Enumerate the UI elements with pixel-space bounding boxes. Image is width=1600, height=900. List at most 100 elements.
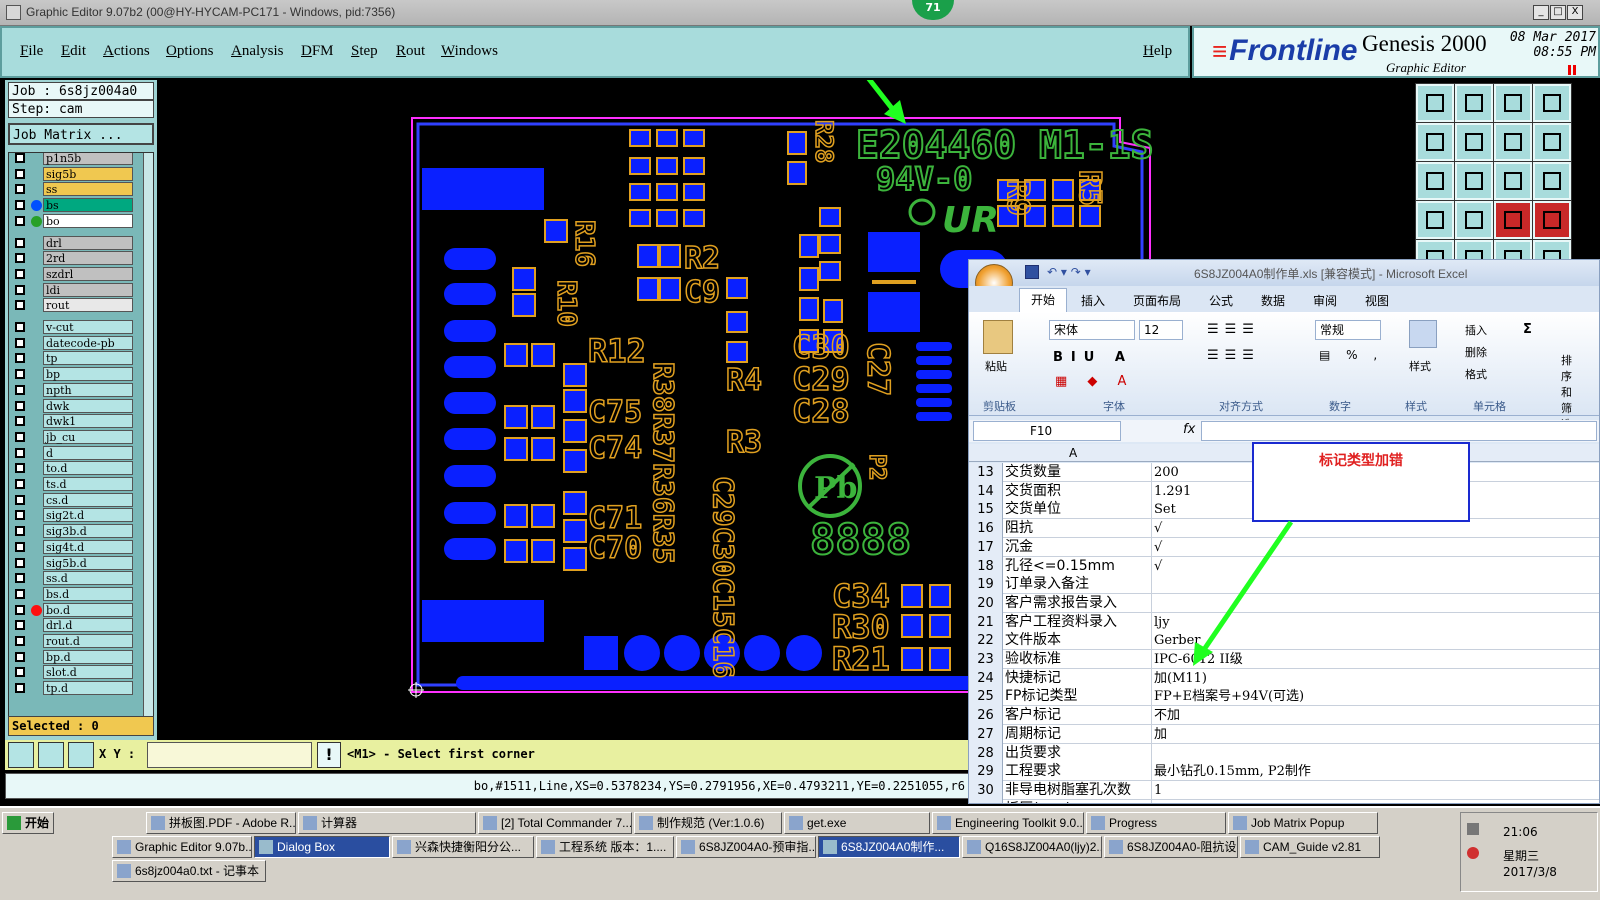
- layer-row[interactable]: bo.d: [11, 602, 141, 617]
- layer-checkbox[interactable]: [15, 168, 25, 179]
- minimize-button[interactable]: _: [1533, 5, 1549, 20]
- layer-name[interactable]: ss: [43, 182, 133, 197]
- layer-checkbox[interactable]: [15, 479, 25, 489]
- view-tool-icon[interactable]: [1493, 122, 1533, 162]
- taskbar-button[interactable]: 工程系统 版本：1....: [536, 836, 674, 858]
- layer-checkbox[interactable]: [15, 353, 25, 364]
- view-tool-icon[interactable]: [1415, 122, 1455, 162]
- layer-row[interactable]: szdrl: [11, 266, 141, 281]
- layer-checkbox[interactable]: [15, 369, 25, 380]
- layer-row[interactable]: jb_cu: [11, 429, 141, 444]
- layer-checkbox[interactable]: [15, 384, 25, 395]
- layer-row[interactable]: bs.d: [11, 586, 141, 601]
- layer-name[interactable]: sig2t.d: [43, 508, 133, 523]
- taskbar-button[interactable]: 计算器: [298, 812, 476, 834]
- maximize-button[interactable]: □: [1550, 5, 1566, 20]
- menu-actions[interactable]: Actions: [103, 43, 150, 60]
- layer-name[interactable]: ldi: [43, 282, 133, 297]
- layer-row[interactable]: rout.d: [11, 634, 141, 648]
- view-tool-icon[interactable]: [1532, 83, 1572, 123]
- layer-name[interactable]: tp: [43, 351, 133, 366]
- view-tool-icon[interactable]: [1532, 200, 1572, 240]
- layer-checkbox[interactable]: [15, 651, 25, 662]
- layer-row[interactable]: tp: [11, 351, 141, 366]
- layer-row[interactable]: bo: [11, 213, 141, 228]
- layer-checkbox[interactable]: [15, 667, 25, 678]
- layer-name[interactable]: sig5b: [43, 166, 133, 181]
- measure-icon[interactable]: [38, 742, 64, 768]
- layer-checkbox[interactable]: [15, 322, 25, 332]
- layer-checkbox[interactable]: [15, 510, 25, 521]
- layer-row[interactable]: sig5b: [11, 166, 141, 181]
- layer-checkbox[interactable]: [15, 557, 25, 568]
- layer-name[interactable]: bs.d: [43, 586, 133, 601]
- menu-options[interactable]: Options: [166, 43, 214, 60]
- layer-row[interactable]: slot.d: [11, 665, 141, 680]
- layer-row[interactable]: npth: [11, 382, 141, 397]
- layer-checkbox[interactable]: [15, 237, 25, 248]
- layer-checkbox[interactable]: [15, 300, 25, 311]
- taskbar-button[interactable]: Engineering Toolkit 9.0...: [932, 812, 1084, 834]
- layer-row[interactable]: datecode-pb: [11, 335, 141, 350]
- layer-name[interactable]: tp.d: [43, 681, 133, 696]
- notification-badge[interactable]: 71: [912, 0, 954, 20]
- layer-row[interactable]: drl: [11, 235, 141, 250]
- layer-row[interactable]: sig3b.d: [11, 524, 141, 539]
- layer-name[interactable]: sig5b.d: [43, 555, 133, 570]
- view-tool-icon[interactable]: [1454, 161, 1494, 201]
- view-tool-icon[interactable]: [1493, 83, 1533, 123]
- zoom-fit-icon[interactable]: [8, 742, 34, 768]
- layer-row[interactable]: d: [11, 445, 141, 460]
- layer-checkbox[interactable]: [15, 541, 25, 552]
- layer-checkbox[interactable]: [15, 463, 25, 474]
- layer-name[interactable]: v-cut: [43, 320, 133, 334]
- taskbar-button[interactable]: CAM_Guide v2.81: [1240, 836, 1380, 858]
- layer-name[interactable]: drl.d: [43, 618, 133, 633]
- layer-row[interactable]: to.d: [11, 461, 141, 476]
- layer-name[interactable]: szdrl: [43, 266, 133, 281]
- layer-row[interactable]: ss: [11, 182, 141, 197]
- taskbar-button[interactable]: 6s8jz004a0.txt - 记事本: [112, 860, 266, 882]
- layer-checkbox[interactable]: [15, 447, 25, 458]
- pause-icon[interactable]: [1568, 65, 1576, 75]
- taskbar-button[interactable]: 6S8JZ004A0-阻抗设...: [1104, 836, 1238, 858]
- layer-name[interactable]: d: [43, 445, 133, 460]
- menu-dfm[interactable]: DFM: [301, 43, 334, 60]
- tray-clock[interactable]: 21:06: [1503, 825, 1538, 839]
- grid-icon[interactable]: [68, 742, 94, 768]
- taskbar-button[interactable]: Job Matrix Popup: [1228, 812, 1378, 834]
- layer-checkbox[interactable]: [15, 215, 25, 226]
- taskbar-button[interactable]: Q16S8JZ004A0(ljy)2...: [962, 836, 1102, 858]
- taskbar-button[interactable]: 制作规范 (Ver:1.0.6): [634, 812, 782, 834]
- xy-input[interactable]: [147, 742, 312, 768]
- layer-row[interactable]: dwk1: [11, 414, 141, 429]
- layer-checkbox[interactable]: [15, 416, 25, 427]
- taskbar-button[interactable]: 6S8JZ004A0-预审指...: [676, 836, 816, 858]
- taskbar-button[interactable]: Dialog Box: [254, 836, 390, 858]
- close-button[interactable]: X: [1567, 5, 1583, 20]
- layer-row[interactable]: ldi: [11, 282, 141, 297]
- taskbar-button[interactable]: [2] Total Commander 7...: [478, 812, 632, 834]
- layer-name[interactable]: bs: [43, 198, 133, 213]
- layer-checkbox[interactable]: [15, 431, 25, 442]
- layer-checkbox[interactable]: [15, 636, 25, 646]
- layer-name[interactable]: jb_cu: [43, 429, 133, 444]
- view-tool-icon[interactable]: [1415, 83, 1455, 123]
- layer-name[interactable]: rout.d: [43, 634, 133, 648]
- layer-row[interactable]: tp.d: [11, 681, 141, 696]
- layer-row[interactable]: sig4t.d: [11, 539, 141, 554]
- layer-name[interactable]: rout: [43, 298, 133, 313]
- menu-step[interactable]: Step: [351, 43, 378, 60]
- layer-name[interactable]: datecode-pb: [43, 335, 133, 350]
- layer-row[interactable]: sig5b.d: [11, 555, 141, 570]
- layer-name[interactable]: dwk: [43, 398, 133, 413]
- view-tool-icon[interactable]: [1454, 200, 1494, 240]
- layer-row[interactable]: ss.d: [11, 571, 141, 586]
- layer-checkbox[interactable]: [15, 284, 25, 295]
- layer-row[interactable]: p1n5b: [11, 153, 141, 165]
- layer-name[interactable]: bo.d: [43, 602, 133, 617]
- layer-checkbox[interactable]: [15, 526, 25, 537]
- view-tool-icon[interactable]: [1415, 161, 1455, 201]
- layer-checkbox[interactable]: [15, 588, 25, 599]
- layer-row[interactable]: drl.d: [11, 618, 141, 633]
